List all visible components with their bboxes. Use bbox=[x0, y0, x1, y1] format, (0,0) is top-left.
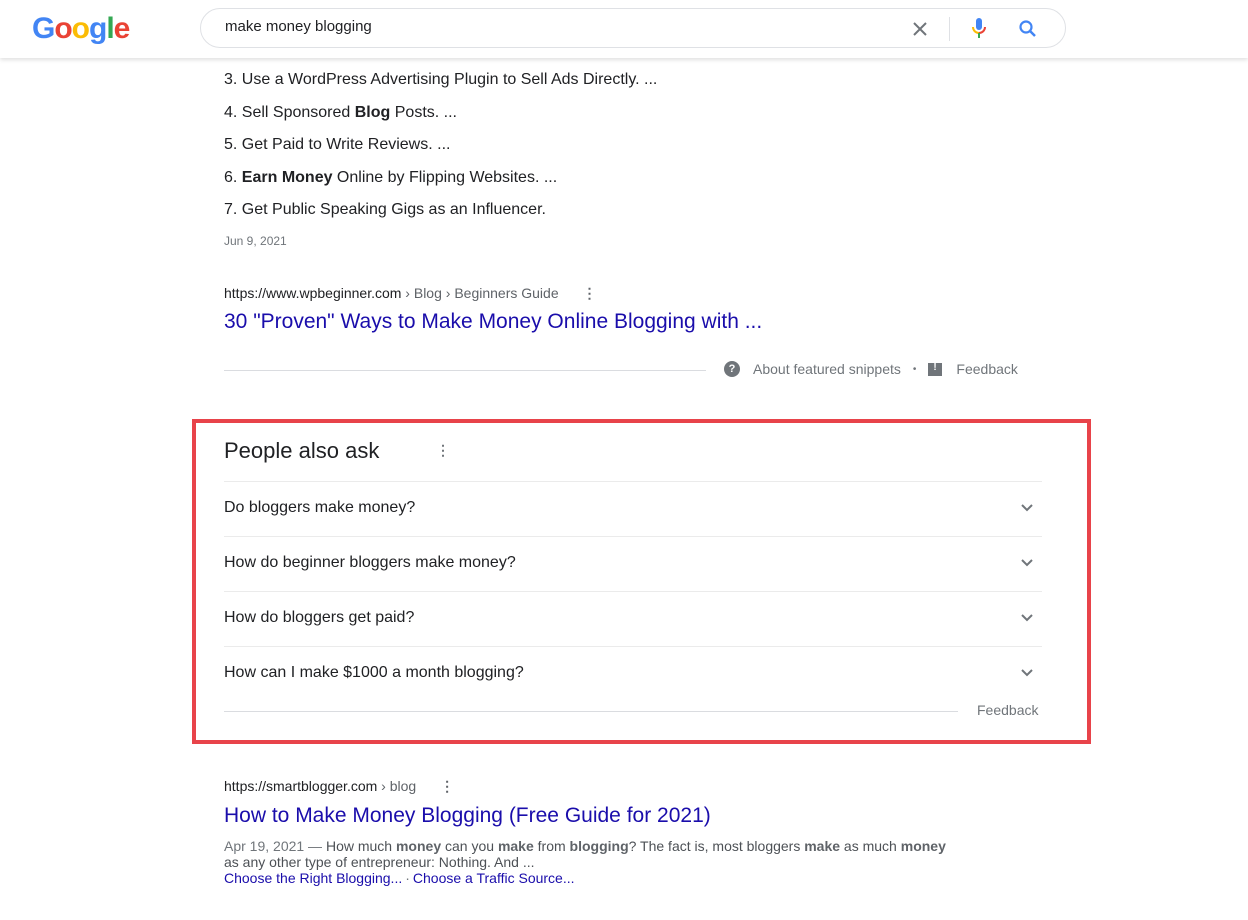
result-title-link[interactable]: 30 "Proven" Ways to Make Money Online Bl… bbox=[224, 310, 762, 334]
search-input[interactable] bbox=[225, 18, 865, 35]
help-icon[interactable]: ? bbox=[724, 361, 740, 377]
question-text: How do beginner bloggers make money? bbox=[224, 554, 516, 571]
chevron-down-icon bbox=[1021, 559, 1033, 567]
result-title-link[interactable]: How to Make Money Blogging (Free Guide f… bbox=[224, 804, 711, 828]
more-options-icon[interactable]: ⋮ bbox=[583, 285, 597, 302]
result-description: Apr 19, 2021 — How much money can you ma… bbox=[224, 838, 946, 870]
result-url: https://www.wpbeginner.com bbox=[224, 285, 402, 301]
question-text: Do bloggers make money? bbox=[224, 499, 416, 516]
logo-letter: g bbox=[89, 12, 107, 45]
separator: · bbox=[405, 870, 410, 886]
paa-question[interactable]: How can I make $1000 a month blogging? bbox=[224, 646, 1042, 701]
logo-letter: G bbox=[32, 12, 55, 45]
more-options-icon[interactable]: ⋮ bbox=[440, 778, 454, 795]
keyword-highlight: make bbox=[804, 838, 841, 854]
question-text: How can I make $1000 a month blogging? bbox=[224, 664, 524, 681]
divider bbox=[224, 370, 706, 371]
keyword-highlight: money bbox=[395, 838, 442, 854]
search-icon[interactable] bbox=[1016, 17, 1040, 41]
question-text: How do bloggers get paid? bbox=[224, 609, 415, 626]
feedback-icon[interactable] bbox=[928, 362, 943, 376]
paa-question[interactable]: Do bloggers make money? bbox=[224, 481, 1042, 536]
sitelink[interactable]: Choose the Right Blogging... bbox=[224, 870, 402, 886]
list-item: 6. Earn Money Online by Flipping Website… bbox=[224, 168, 558, 186]
result-cite: https://smartblogger.com › blog ⋮ bbox=[224, 778, 454, 795]
divider bbox=[224, 711, 958, 712]
featured-snippet-footer: ? About featured snippets • Feedback bbox=[724, 361, 1018, 377]
sitelinks: Choose the Right Blogging... · Choose a Tr… bbox=[224, 870, 575, 886]
keyword-highlight: money bbox=[900, 838, 946, 854]
description-fragment: ? The fact is, most bloggers bbox=[628, 838, 805, 854]
keyword-highlight: make bbox=[497, 838, 534, 854]
result-url: https://smartblogger.com bbox=[224, 778, 378, 794]
result-cite: https://www.wpbeginner.com › Blog › Begi… bbox=[224, 285, 597, 302]
sitelink[interactable]: Choose a Traffic Source... bbox=[413, 870, 575, 886]
separator: • bbox=[912, 363, 917, 375]
result-date: Apr 19, 2021 bbox=[224, 838, 305, 854]
about-featured-snippets-link[interactable]: About featured snippets bbox=[753, 361, 901, 377]
logo-letter: o bbox=[54, 12, 72, 45]
description-text: How much money can you make from bloggin… bbox=[224, 838, 946, 870]
snippet-date: Jun 9, 2021 bbox=[224, 234, 287, 248]
chevron-down-icon bbox=[1021, 504, 1033, 512]
result-breadcrumb: › Blog › Beginners Guide bbox=[401, 285, 559, 301]
description-fragment: from bbox=[533, 838, 570, 854]
feedback-link[interactable]: Feedback bbox=[956, 361, 1017, 377]
featured-snippet-list: 3. Use a WordPress Advertising Plugin to… bbox=[224, 64, 657, 227]
keyword-highlight: blogging bbox=[569, 838, 629, 854]
description-fragment: can you bbox=[441, 838, 498, 854]
people-also-ask-title: People also ask bbox=[224, 438, 380, 463]
clear-icon[interactable] bbox=[908, 17, 932, 41]
paa-feedback-link[interactable]: Feedback bbox=[977, 702, 1038, 718]
paa-question[interactable]: How do beginner bloggers make money? bbox=[224, 536, 1042, 591]
list-item: 7. Get Public Speaking Gigs as an Influe… bbox=[224, 201, 546, 218]
chevron-down-icon bbox=[1021, 669, 1033, 677]
list-item: 5. Get Paid to Write Reviews. ... bbox=[224, 136, 451, 153]
description-fragment: as any other type of entrepreneur: Nothi… bbox=[224, 854, 535, 870]
logo-letter: o bbox=[71, 12, 90, 45]
search-box bbox=[200, 8, 1066, 48]
description-fragment: as much bbox=[840, 838, 901, 854]
google-logo[interactable]: Google bbox=[32, 12, 131, 46]
logo-letter: l bbox=[106, 12, 114, 45]
list-item: 3. Use a WordPress Advertising Plugin to… bbox=[224, 71, 658, 88]
logo-letter: e bbox=[113, 12, 131, 45]
list-item: 4. Sell Sponsored Blog Posts. ... bbox=[224, 103, 457, 121]
search-divider bbox=[949, 17, 950, 41]
mic-icon[interactable] bbox=[967, 16, 991, 42]
description-fragment: How much bbox=[325, 838, 396, 854]
more-options-icon[interactable]: ⋮ bbox=[436, 442, 450, 459]
paa-question[interactable]: How do bloggers get paid? bbox=[224, 591, 1042, 646]
result-breadcrumb: › blog bbox=[377, 778, 417, 794]
chevron-down-icon bbox=[1021, 614, 1033, 622]
search-header: Google bbox=[0, 0, 1248, 58]
